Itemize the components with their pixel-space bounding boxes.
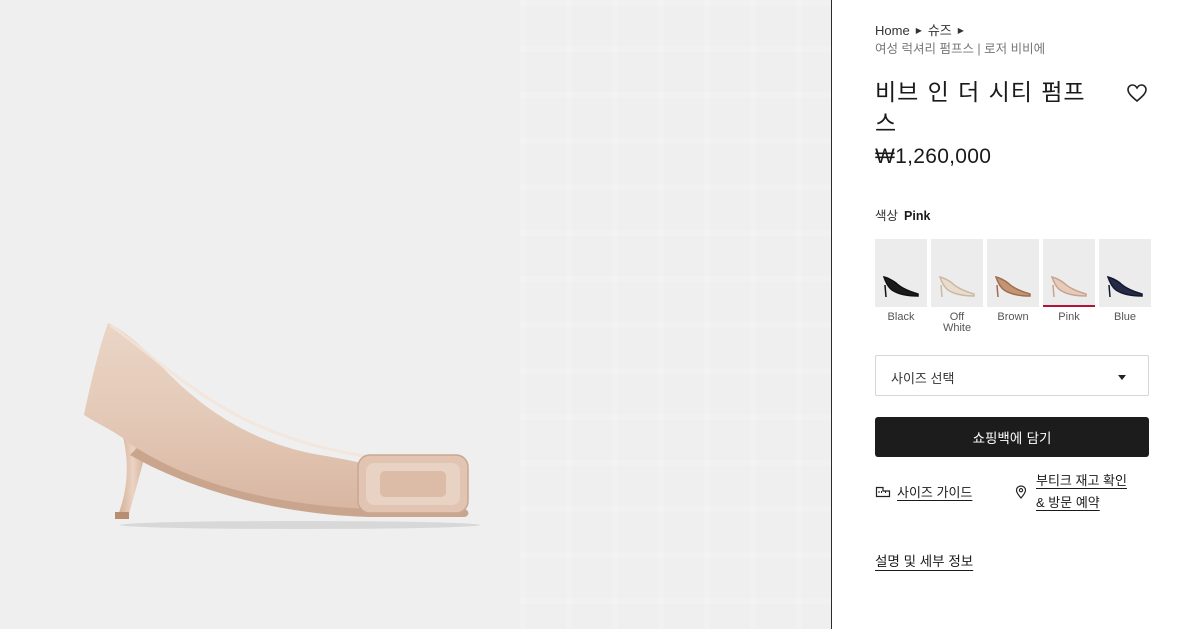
size-guide-link[interactable]: 사이즈 가이드 [875,482,972,501]
size-guide-label[interactable]: 사이즈 가이드 [897,482,972,501]
swatch-thumbnail [987,239,1039,307]
panel-divider [831,0,832,629]
breadcrumb: Home ▶ 슈즈 ▶ [875,20,970,39]
shoe-thumb-shape [994,275,1031,298]
size-select-value: 사이즈 선택 [891,371,955,386]
color-swatch-blue[interactable]: Blue [1099,239,1151,334]
product-image-gallery[interactable] [0,0,831,629]
swatch-thumbnail [1043,239,1095,307]
breadcrumb-home[interactable]: Home [875,23,910,38]
add-to-bag-button[interactable]: 쇼핑백에 담기 [875,417,1149,457]
shoe-thumbnail-icon [938,275,975,298]
color-label: 색상 [875,209,899,223]
product-info-panel: Home ▶ 슈즈 ▶ 여성 럭셔리 펌프스 | 로저 비비에 비브 인 더 시티 펌… [875,0,1151,629]
shoe-thumb-shape [1050,275,1087,298]
color-swatch-pink[interactable]: Pink [1043,239,1095,334]
product-price: ₩1,260,000 [875,145,992,168]
product-title: 비브 인 더 시티 펌프스 [875,80,1086,137]
color-swatch-brown[interactable]: Brown [987,239,1039,334]
shoe-thumbnail-icon [1050,275,1087,298]
color-swatches: Black Off White Brown Pink Blue [875,239,1151,334]
boutique-stock-label-line2[interactable]: & 방문 예약 [1036,492,1150,514]
breadcrumb-current: 여성 럭셔리 펌프스 | 로저 비비에 [875,42,1046,56]
shoe-thumb-shape [882,275,919,298]
breadcrumb-shoes[interactable]: 슈즈 [928,23,952,38]
pink-pump-shoe-image [84,323,480,529]
boutique-stock-label-line1[interactable]: 부티크 재고 확인 [1036,470,1150,492]
size-select-dropdown[interactable]: 사이즈 선택 [875,355,1149,396]
swatch-label: Blue [1113,311,1137,323]
shoe-thumb-shape [938,275,975,298]
boutique-stock-link[interactable]: 부티크 재고 확인 & 방문 예약 [1015,470,1150,514]
triangle-right-icon: ▶ [957,26,964,35]
shoe-thumbnail-icon [994,275,1031,298]
swatch-label: Brown [997,311,1029,323]
swatch-label: Off White [931,312,983,334]
ruler-icon [875,486,891,497]
color-swatch-off-white[interactable]: Off White [931,239,983,334]
swatch-thumbnail [931,239,983,307]
caret-down-icon [1118,375,1126,380]
heart-icon[interactable] [1126,82,1148,104]
selected-color-value: Pink [904,209,931,223]
shoe-thumbnail-icon [1106,275,1143,298]
shoe-thumbnail-icon [882,275,919,298]
swatch-label-line2: White [942,322,972,334]
color-label-row: 색상 Pink [875,205,930,224]
color-swatch-black[interactable]: Black [875,239,927,334]
swatch-label: Black [887,311,915,323]
gallery-background-pattern [520,0,831,629]
triangle-right-icon: ▶ [915,26,922,35]
description-details-link[interactable]: 설명 및 세부 정보 [875,550,973,570]
shoe-thumb-shape [1106,275,1143,298]
swatch-thumbnail [875,239,927,307]
location-pin-icon [1015,485,1027,499]
swatch-label: Pink [1058,311,1080,323]
swatch-thumbnail [1099,239,1151,307]
